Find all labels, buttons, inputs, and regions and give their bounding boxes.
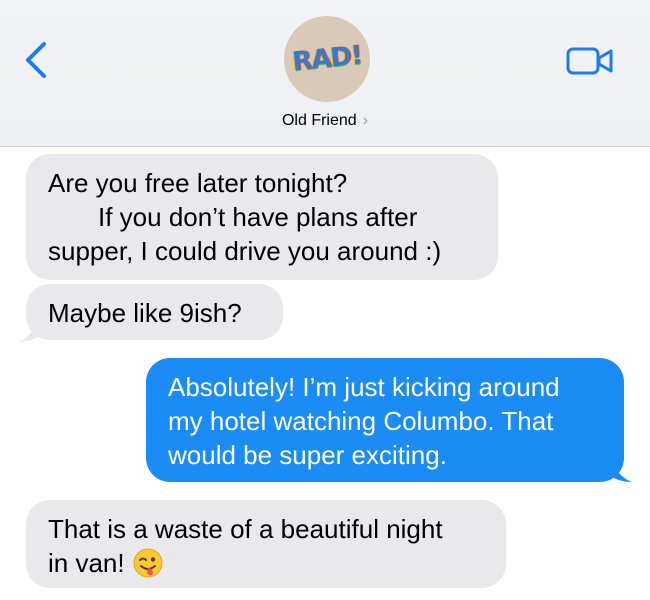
- incoming-message-bubble[interactable]: Maybe like 9ish?: [26, 284, 283, 340]
- incoming-message-bubble[interactable]: Are you free later tonight? If you don’t…: [26, 154, 498, 280]
- message-text-line: my hotel watching Columbo. That: [168, 406, 554, 436]
- chevron-right-icon: ›: [362, 112, 369, 129]
- message-text-line: Maybe like 9ish?: [48, 298, 242, 328]
- message-text-line: If you don’t have plans after: [98, 202, 418, 232]
- contact-name-button[interactable]: Old Friend ›: [0, 112, 650, 130]
- message-text-line: would be super exciting.: [168, 440, 447, 470]
- message-text: in van!: [48, 548, 125, 578]
- outgoing-message-bubble[interactable]: Absolutely! I’m just kicking around my h…: [146, 358, 624, 482]
- message-text-line: in van!: [48, 546, 484, 580]
- message-text-line: supper, I could drive you around :): [48, 236, 442, 266]
- avatar[interactable]: RAD!: [284, 16, 370, 102]
- conversation-header: RAD! Old Friend ›: [0, 0, 650, 147]
- message-text-line: Absolutely! I’m just kicking around: [168, 372, 560, 402]
- incoming-message-bubble[interactable]: That is a waste of a beautiful night in …: [26, 500, 506, 588]
- message-text-line: That is a waste of a beautiful night: [48, 514, 443, 544]
- bubble-tail: [608, 458, 632, 482]
- bubble-tail: [18, 318, 42, 342]
- chevron-left-icon[interactable]: [22, 40, 52, 80]
- message-text-line: Are you free later tonight?: [48, 168, 348, 198]
- winking-tongue-face-emoji: [133, 548, 163, 578]
- video-camera-icon[interactable]: [566, 46, 614, 76]
- avatar-text: RAD!: [290, 40, 364, 78]
- contact-name: Old Friend: [281, 112, 357, 129]
